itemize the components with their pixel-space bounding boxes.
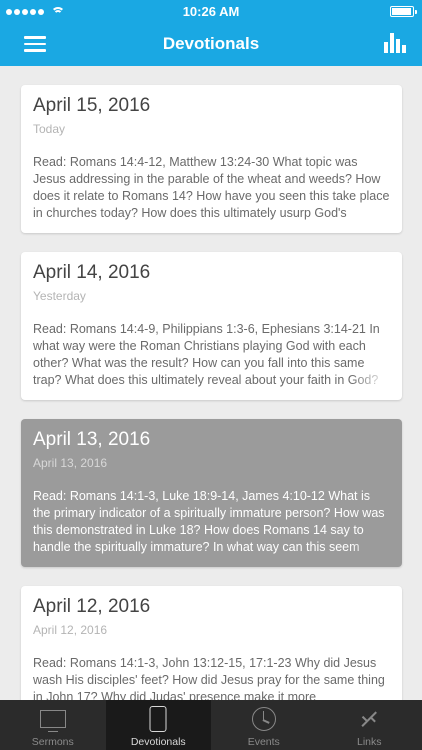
tab-label: Devotionals <box>130 736 186 748</box>
devotional-card[interactable]: April 15, 2016 Today Read: Romans 14:4-1… <box>21 85 402 233</box>
page-title: Devotionals <box>162 34 260 53</box>
tab-bar: Sermons Devotionals Events Links <box>0 700 422 750</box>
tab-label: Links <box>356 736 382 748</box>
devotional-subtitle: April 12, 2016 <box>33 623 108 637</box>
devotional-card[interactable]: April 13, 2016 April 13, 2016 Read: Roma… <box>21 419 402 567</box>
devotional-excerpt: Read: Romans 14:1-3, John 13:12-15, 17:1… <box>33 655 390 700</box>
tv-icon <box>39 710 66 732</box>
clock-icon <box>251 707 276 731</box>
tab-devotionals[interactable]: Devotionals <box>105 700 211 750</box>
devotional-excerpt: Read: Romans 14:4-12, Matthew 13:24-30 W… <box>33 155 390 222</box>
links-icon <box>359 709 379 729</box>
tab-label: Events <box>247 736 280 748</box>
devotional-subtitle: April 13, 2016 <box>33 456 108 470</box>
devotional-subtitle: Yesterday <box>33 289 86 303</box>
phone-icon <box>149 706 167 732</box>
devotional-date: April 12, 2016 <box>33 596 151 617</box>
devotional-excerpt: Read: Romans 14:4-9, Philippians 1:3-6, … <box>33 321 390 389</box>
tab-events[interactable]: Events <box>211 700 317 750</box>
devotional-date: April 13, 2016 <box>33 429 151 450</box>
devotional-card[interactable]: April 12, 2016 April 12, 2016 Read: Roma… <box>21 586 402 700</box>
tab-sermons[interactable]: Sermons <box>0 700 106 750</box>
devotional-card[interactable]: April 14, 2016 Yesterday Read: Romans 14… <box>21 252 402 400</box>
devotionals-list[interactable]: April 15, 2016 Today Read: Romans 14:4-1… <box>0 66 422 700</box>
devotional-excerpt: Read: Romans 14:1-3, Luke 18:9-14, James… <box>33 488 390 556</box>
status-time: 10:26 AM <box>182 4 240 19</box>
tab-label: Sermons <box>31 736 74 748</box>
devotional-date: April 14, 2016 <box>33 262 151 283</box>
bar-chart-icon[interactable] <box>384 33 406 53</box>
battery-icon <box>390 6 417 17</box>
status-bar: 10:26 AM <box>0 0 422 22</box>
devotional-date: April 15, 2016 <box>33 95 151 116</box>
tab-links[interactable]: Links <box>317 700 422 750</box>
devotional-subtitle: Today <box>33 122 66 136</box>
navigation-bar: Devotionals <box>0 22 422 66</box>
